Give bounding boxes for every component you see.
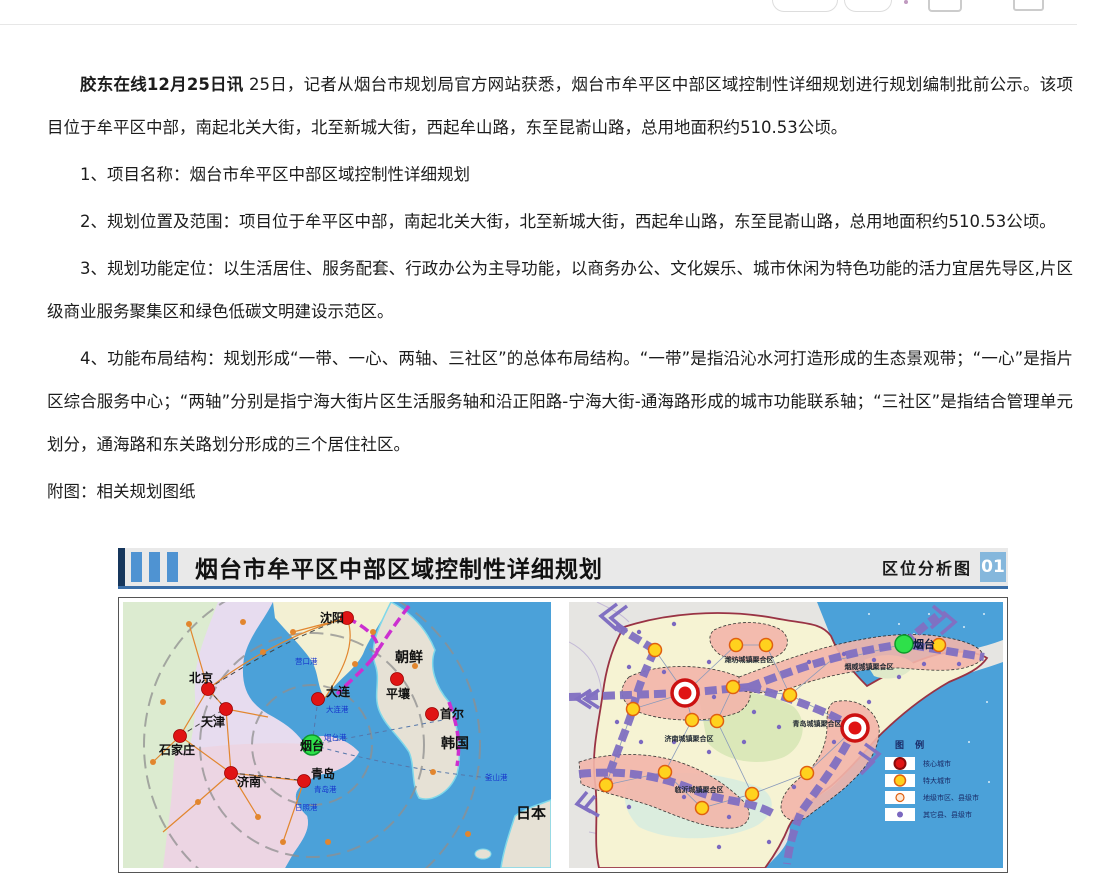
- city-label-tianjin: 天津: [201, 714, 225, 729]
- legend-item-label: 地级市区、县级市: [923, 793, 979, 802]
- yantai-label: 烟台: [913, 637, 935, 651]
- figure-caption: 附图：相关规划图纸: [47, 482, 196, 501]
- paragraph-item-3: 3、规划功能定位：以生活居住、服务配套、行政办公为主导功能，以商务办公、文化娱乐…: [47, 259, 1073, 321]
- article-body: 胶东在线12月25日讯 25日，记者从烟台市规划局官方网站获悉，烟台市牟平区中部…: [0, 25, 1103, 517]
- port-label-yantai: 烟台港: [324, 732, 347, 742]
- city-label-seoul: 首尔: [440, 706, 464, 721]
- port-label-qingdao: 青岛港: [314, 784, 337, 794]
- toolbar-pill-button[interactable]: [844, 0, 892, 12]
- cluster-label-jinan: 济南城镇聚合区: [665, 734, 714, 743]
- country-label-japan: 日本: [516, 804, 546, 822]
- country-label-north-korea: 朝鲜: [395, 649, 423, 666]
- cluster-label-weifang: 潍坊城镇聚合区: [725, 655, 774, 664]
- legend-title: 图 例: [895, 739, 928, 751]
- toolbar-share-icon[interactable]: [928, 0, 962, 12]
- news-source-dateline: 胶东在线12月25日讯: [80, 75, 244, 94]
- cluster-label-linyi: 临沂城镇聚合区: [675, 785, 724, 794]
- legend-item-label: 特大城市: [923, 776, 951, 785]
- toolbar-window-icon[interactable]: [1013, 0, 1044, 11]
- city-label-shenyang: 沈阳: [320, 610, 344, 625]
- cluster-label-yanwei: 烟威城镇聚合区: [845, 662, 894, 671]
- header-stripes-icon: [131, 552, 185, 582]
- legend-item-label: 其它县、县级市: [923, 810, 972, 819]
- figure-header: 烟台市牟平区中部区域控制性详细规划 区位分析图 01: [118, 548, 1008, 589]
- header-accent-bar: [118, 548, 125, 586]
- paragraph-intro: 胶东在线12月25日讯 25日，记者从烟台市规划局官方网站获悉，烟台市牟平区中部…: [47, 63, 1073, 149]
- country-label-south-korea: 韩国: [441, 735, 469, 752]
- city-label-jinan: 济南: [237, 774, 261, 789]
- figure-maps-row: 沈阳 北京 天津 石家庄 济南 青岛 大连 烟台 平壤 首尔 朝鲜 韩国 日本 …: [118, 597, 1008, 873]
- yantai-highlight-dot: [894, 634, 914, 654]
- figure-tag: 区位分析图: [881, 559, 972, 578]
- shandong-plan-map: 烟台 烟威城镇聚合区 潍坊城镇聚合区 济南城镇聚合区 青岛城镇聚合区 临沂城镇聚…: [569, 602, 1003, 868]
- planning-figure: 烟台市牟平区中部区域控制性详细规划 区位分析图 01 沈阳 北京 天津 石家庄 …: [118, 548, 1008, 873]
- figure-page-number: 01: [980, 552, 1006, 582]
- island: [474, 848, 492, 860]
- city-label-qingdao: 青岛: [311, 766, 335, 781]
- paragraph-item-4: 4、功能布局结构：规划形成“一带、一心、两轴、三社区”的总体布局结构。“一带”是…: [47, 349, 1073, 454]
- city-label-yantai: 烟台: [300, 738, 324, 753]
- port-label-busan: 釜山港: [485, 772, 508, 782]
- paragraph-item-1: 1、项目名称：烟台市牟平区中部区域控制性详细规划: [80, 165, 470, 184]
- paragraph-item-2: 2、规划位置及范围：项目位于牟平区中部，南起北关大街，北至新城大街，西起牟山路，…: [80, 212, 1056, 231]
- city-label-shijiazhuang: 石家庄: [158, 742, 195, 757]
- cluster-label-qingdao: 青岛城镇聚合区: [793, 719, 842, 728]
- browser-toolbar-remnant: [0, 0, 1103, 26]
- notification-dot-icon: [904, 0, 908, 4]
- legend-item-label: 核心城市: [923, 759, 951, 768]
- port-label-dalian: 大连港: [326, 704, 349, 714]
- city-label-pyongyang: 平壤: [386, 686, 411, 701]
- regional-location-map: 沈阳 北京 天津 石家庄 济南 青岛 大连 烟台 平壤 首尔 朝鲜 韩国 日本 …: [123, 602, 551, 868]
- city-label-dalian: 大连: [326, 684, 351, 699]
- toolbar-pill-button[interactable]: [772, 0, 838, 12]
- city-label-beijing: 北京: [189, 670, 213, 685]
- figure-title: 烟台市牟平区中部区域控制性详细规划: [195, 557, 603, 583]
- port-label-yingkou: 营口港: [295, 656, 318, 666]
